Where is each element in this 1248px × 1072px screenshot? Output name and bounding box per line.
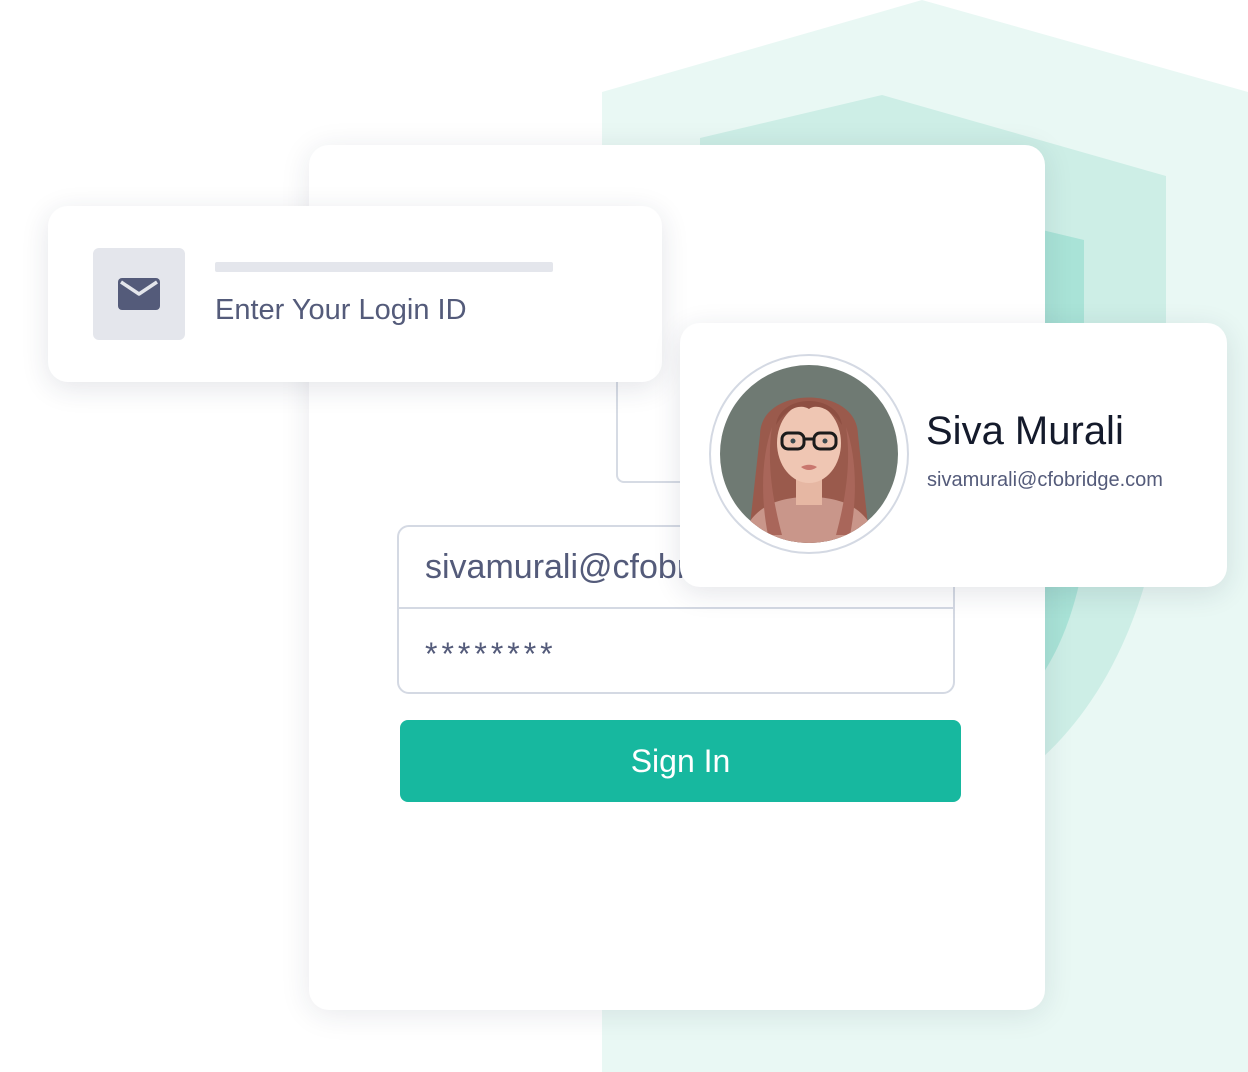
profile-name: Siva Murali (926, 409, 1124, 453)
sign-in-button[interactable]: Sign In (400, 720, 961, 802)
password-field[interactable]: ******** (399, 609, 953, 691)
envelope-icon-tile (93, 248, 185, 340)
login-id-card: Enter Your Login ID (48, 206, 662, 382)
login-id-label: Enter Your Login ID (215, 294, 467, 326)
profile-email: sivamurali@cfobridge.com (927, 469, 1163, 491)
password-field-value: ******** (425, 635, 557, 672)
envelope-icon (118, 278, 160, 310)
avatar (709, 354, 909, 554)
avatar-photo (720, 365, 898, 543)
profile-card: Siva Murali sivamurali@cfobridge.com (680, 323, 1227, 587)
login-id-placeholder-bar (215, 262, 553, 272)
